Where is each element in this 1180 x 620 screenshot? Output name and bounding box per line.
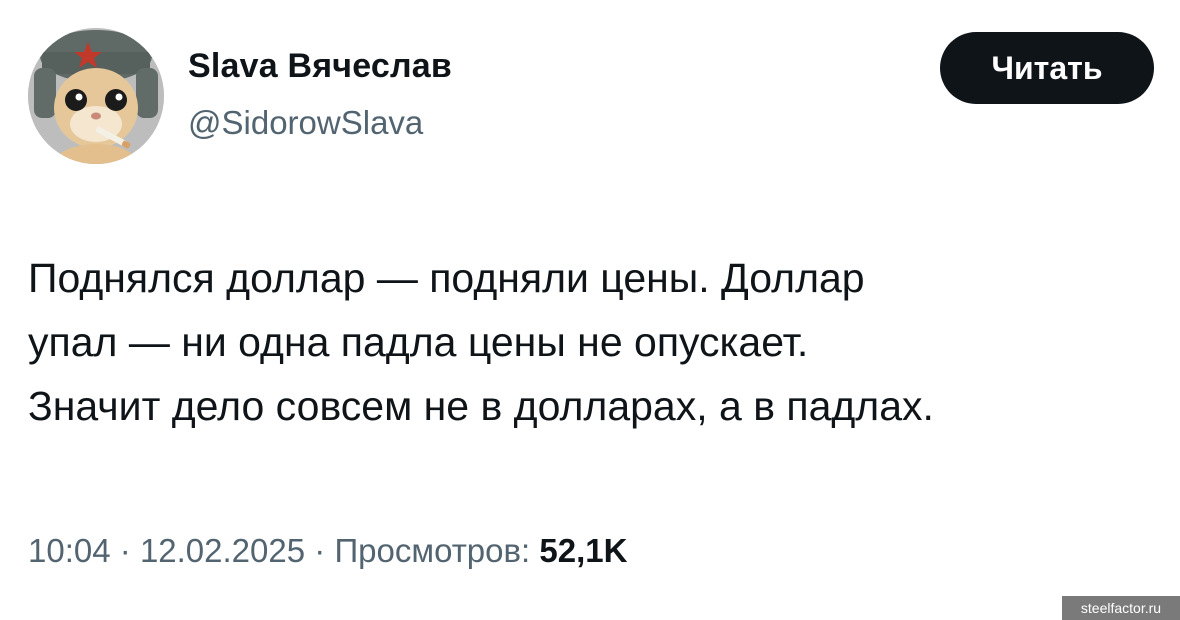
avatar[interactable] <box>28 28 164 164</box>
follow-button[interactable]: Читать <box>940 32 1154 104</box>
cat-avatar-icon <box>28 28 164 164</box>
watermark: steelfactor.ru <box>1062 596 1180 620</box>
display-name[interactable]: Slava Вячеслав <box>188 47 452 86</box>
meta-separator: · <box>314 532 326 569</box>
views-label: Просмотров: <box>334 532 531 569</box>
tweet-text-line: Поднялся доллар — подняли цены. Доллар <box>28 255 865 301</box>
views-count[interactable]: 52,1K <box>539 532 627 569</box>
tweet-text-line: Значит дело совсем не в долларах, а в па… <box>28 383 934 429</box>
tweet-time[interactable]: 10:04 <box>28 532 111 569</box>
tweet-card: Slava Вячеслав @SidorowSlava Читать Подн… <box>0 0 1180 620</box>
tweet-date[interactable]: 12.02.2025 <box>140 532 305 569</box>
tweet-text-line: упал — ни одна падла цены не опускает. <box>28 319 809 365</box>
tweet-meta: 10:04 · 12.02.2025 · Просмотров: 52,1K <box>28 532 627 570</box>
tweet-text: Поднялся доллар — подняли цены. Доллар у… <box>28 246 1168 438</box>
user-handle[interactable]: @SidorowSlava <box>188 104 423 142</box>
meta-separator: · <box>119 532 131 569</box>
